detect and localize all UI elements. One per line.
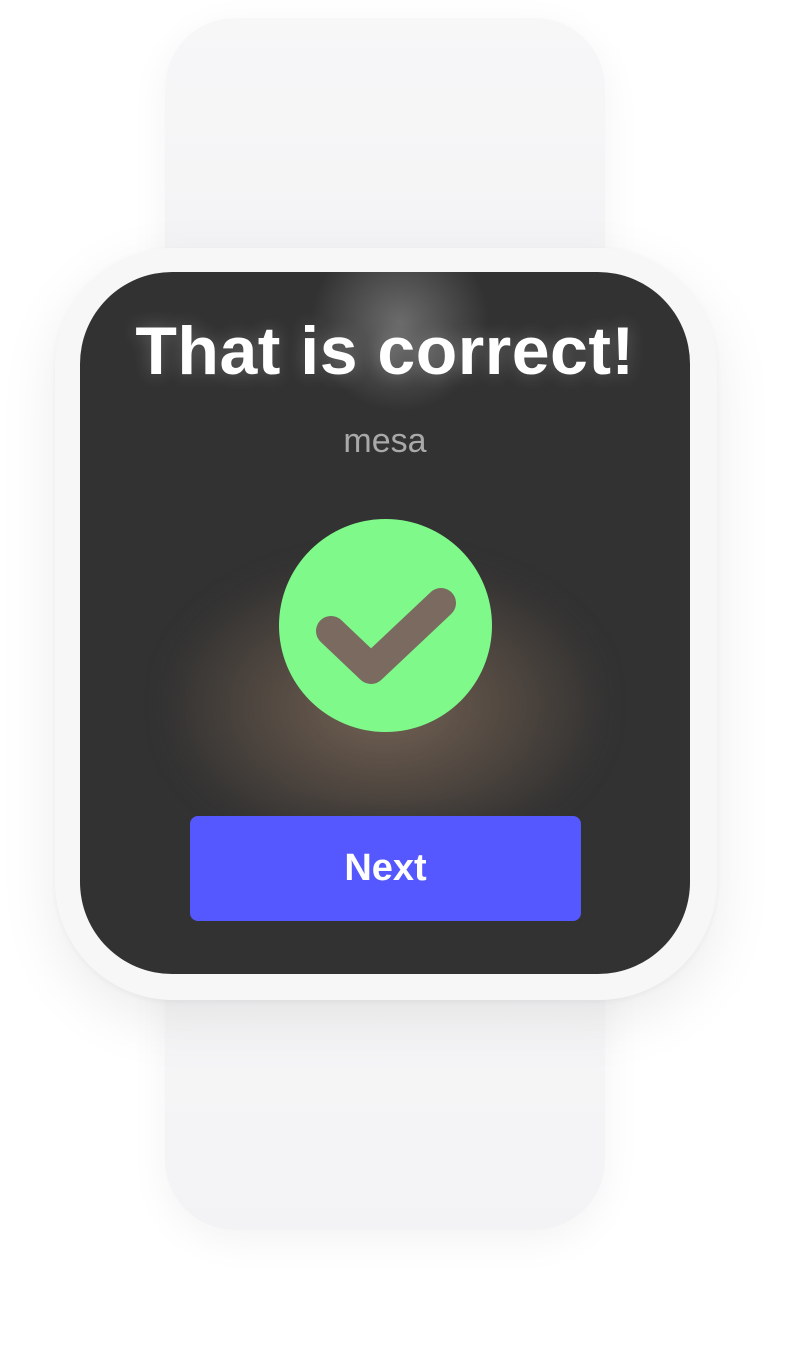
check-icon bbox=[316, 588, 456, 684]
watch-screen: That is correct! mesa Next bbox=[80, 272, 690, 974]
watch-mockup: That is correct! mesa Next bbox=[0, 0, 802, 1348]
answer-word: mesa bbox=[343, 422, 427, 460]
next-button[interactable]: Next bbox=[190, 816, 581, 921]
success-badge bbox=[279, 519, 492, 732]
result-title: That is correct! bbox=[135, 313, 635, 389]
